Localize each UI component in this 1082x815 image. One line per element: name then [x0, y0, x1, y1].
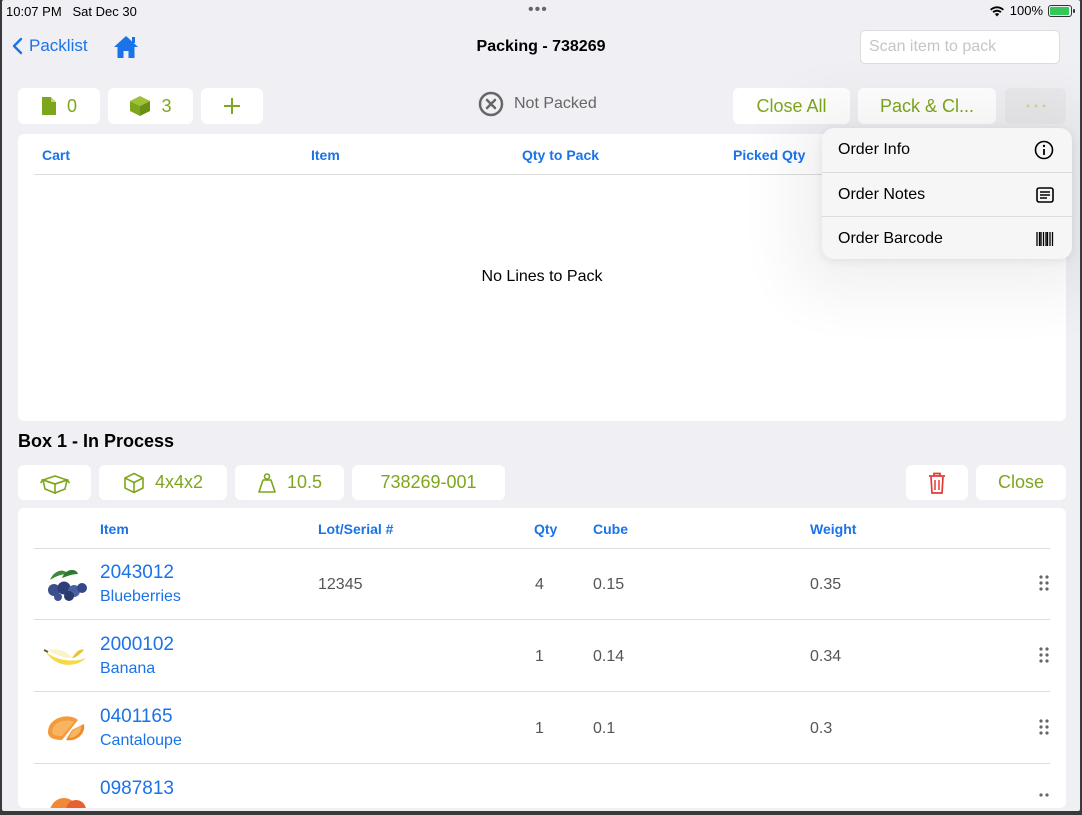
weight-button[interactable]: 10.5: [235, 465, 344, 500]
plus-icon: [224, 98, 240, 114]
info-icon: [1034, 140, 1054, 160]
nav-bar: Packlist Packing - 738269: [2, 26, 1080, 70]
col-lot-serial[interactable]: Lot/Serial #: [318, 521, 393, 537]
box-title: Box 1 - In Process: [18, 431, 175, 451]
table-row[interactable]: 2043012 Blueberries 12345 4 0.15 0.35: [18, 548, 1066, 620]
battery-fill: [1050, 6, 1069, 15]
box-id: 738269-001: [380, 472, 477, 492]
pack-status: Not Packed: [478, 91, 597, 117]
wifi-icon: [989, 5, 1004, 16]
table-row[interactable]: 0987813: [18, 764, 1066, 808]
item-name[interactable]: Blueberries: [100, 588, 181, 606]
scan-input[interactable]: [860, 30, 1060, 64]
item-qty: 1: [535, 648, 544, 665]
menu-item-label: Order Barcode: [838, 229, 943, 247]
notes-icon: [1036, 186, 1054, 203]
item-name[interactable]: Banana: [100, 660, 155, 678]
close-box-label: Close: [997, 472, 1045, 492]
col-cart[interactable]: Cart: [42, 147, 70, 163]
box-dimensions: 4x4x2: [154, 472, 204, 492]
col-qty[interactable]: Qty: [534, 521, 557, 537]
box-id-button[interactable]: 738269-001: [352, 465, 505, 500]
item-cube: 0.1: [593, 720, 616, 737]
item-code[interactable]: 2000102: [100, 634, 174, 656]
item-weight: 0.3: [810, 720, 833, 737]
pack-close-button[interactable]: Pack & Cl...: [858, 88, 996, 124]
menu-item-label: Order Info: [838, 141, 911, 158]
item-code[interactable]: 0401165: [100, 706, 173, 728]
barcode-icon: [1036, 231, 1054, 246]
drag-handle-icon[interactable]: [1038, 646, 1050, 664]
banana-image: [43, 649, 86, 665]
document-icon: [41, 97, 56, 115]
col-picked-qty[interactable]: Picked Qty: [733, 147, 805, 163]
empty-message: No Lines to Pack: [481, 268, 603, 285]
more-button[interactable]: [1005, 88, 1066, 124]
item-cube: 0.14: [593, 648, 625, 665]
more-icon: [1026, 104, 1045, 108]
menu-item-order-info[interactable]: Order Info: [822, 128, 1072, 172]
documents-button[interactable]: 0: [18, 88, 100, 124]
item-cube: 0.15: [593, 576, 625, 593]
item-weight: 0.35: [810, 576, 842, 593]
box-weight: 10.5: [286, 472, 323, 492]
status-time: 10:07 PM Sat Dec 30: [6, 4, 137, 19]
documents-count: 0: [66, 95, 77, 116]
blueberries-image: [48, 569, 87, 601]
menu-item-label: Order Notes: [838, 185, 926, 203]
status-indicators: 100%: [989, 3, 1075, 18]
col-item[interactable]: Item: [100, 521, 129, 537]
delete-box-button[interactable]: [906, 465, 968, 500]
add-button[interactable]: [201, 88, 263, 124]
drag-handle-icon[interactable]: [1038, 718, 1050, 736]
close-box-button[interactable]: Close: [976, 465, 1066, 500]
menu-item-order-barcode[interactable]: Order Barcode: [822, 216, 1072, 259]
boxes-count: 3: [161, 95, 172, 116]
box-table: Item Lot/Serial # Qty Cube Weight 204301…: [18, 508, 1066, 808]
drag-handle-icon[interactable]: [1038, 574, 1050, 592]
pack-status-text: Not Packed: [514, 95, 597, 112]
status-bar: 10:07 PM Sat Dec 30 ••• 100%: [2, 0, 1080, 24]
cantaloupe-image: [48, 716, 85, 741]
close-all-label: Close All: [756, 95, 827, 116]
drag-handle-icon[interactable]: [1038, 792, 1050, 808]
battery-percent: 100%: [1009, 3, 1043, 18]
dimensions-button[interactable]: 4x4x2: [99, 465, 227, 500]
order-menu: Order Info Order Notes Order Barcode: [822, 128, 1072, 259]
item-lot: 12345: [318, 576, 363, 593]
status-date: Sat Dec 30: [72, 4, 137, 19]
x-circle-icon: [478, 91, 504, 117]
menu-item-order-notes[interactable]: Order Notes: [822, 172, 1072, 216]
box-icon: [130, 96, 151, 116]
pack-close-label: Pack & Cl...: [879, 95, 975, 116]
item-name[interactable]: Cantaloupe: [100, 732, 182, 750]
close-all-button[interactable]: Close All: [733, 88, 850, 124]
multitask-dots[interactable]: •••: [528, 1, 548, 19]
table-row[interactable]: 0401165 Cantaloupe 1 0.1 0.3: [18, 692, 1066, 764]
col-cube[interactable]: Cube: [593, 521, 628, 537]
item-qty: 1: [535, 720, 544, 737]
battery-icon: [1048, 4, 1075, 17]
col-qty-to-pack[interactable]: Qty to Pack: [522, 147, 599, 163]
item-qty: 4: [535, 576, 544, 593]
weight-icon: [258, 472, 276, 493]
col-item[interactable]: Item: [311, 147, 340, 163]
item-code[interactable]: 2043012: [100, 562, 174, 584]
open-box-icon: [39, 474, 70, 494]
item-code[interactable]: 0987813: [100, 778, 174, 800]
trash-icon: [929, 472, 945, 494]
open-box-button[interactable]: [18, 465, 91, 500]
boxes-button[interactable]: 3: [108, 88, 193, 124]
app-screen: 10:07 PM Sat Dec 30 ••• 100% Packlist Pa…: [2, 0, 1080, 811]
col-weight[interactable]: Weight: [810, 521, 856, 537]
table-row[interactable]: 2000102 Banana 1 0.14 0.34: [18, 620, 1066, 692]
item-weight: 0.34: [810, 648, 842, 665]
cube-icon: [124, 472, 144, 493]
peach-image: [50, 798, 86, 808]
